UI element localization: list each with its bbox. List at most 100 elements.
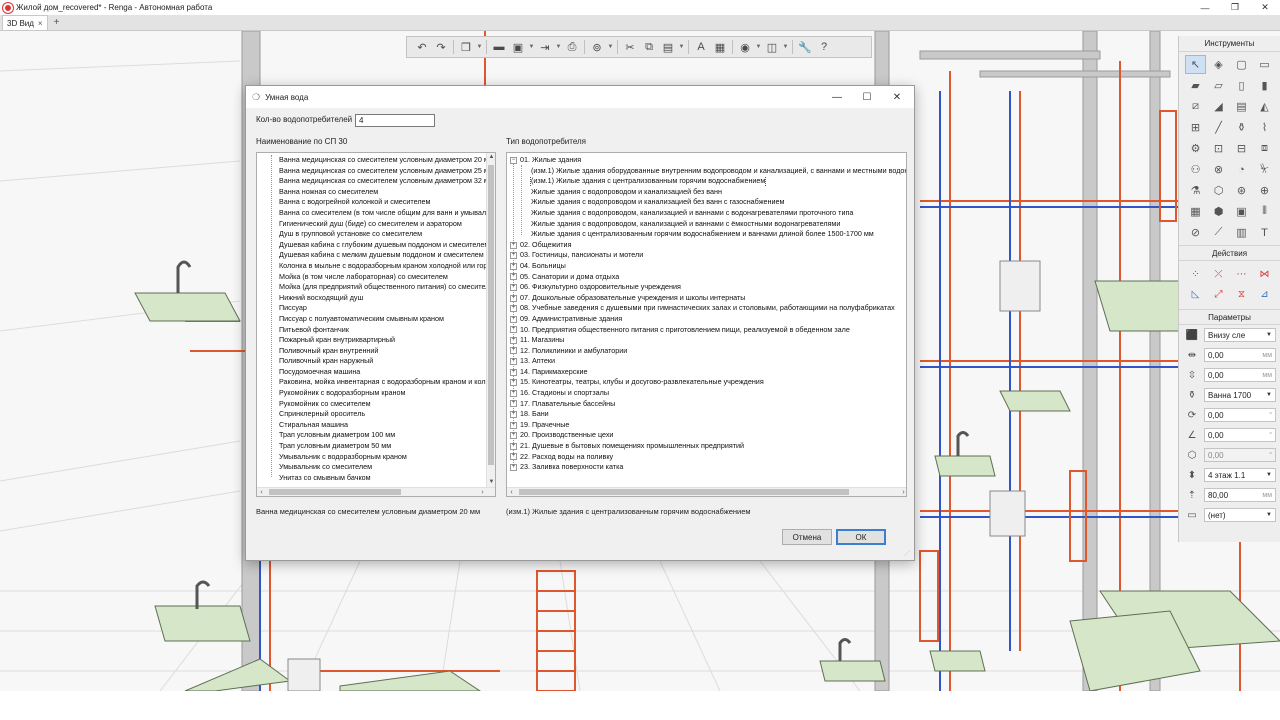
tab-3d-view[interactable]: 3D Вид × bbox=[2, 15, 48, 30]
scroll-right-icon[interactable]: › bbox=[899, 488, 906, 496]
wall-tool-icon[interactable]: ◈ bbox=[1208, 55, 1229, 74]
fixture-list-item[interactable]: Раковина, мойка инвентарная с водоразбор… bbox=[257, 377, 495, 388]
tree-child-node[interactable]: Жилые здания с водопроводом, канализацие… bbox=[507, 208, 906, 219]
resize-grip-icon[interactable]: ⋰ bbox=[904, 550, 912, 558]
tree-child-node[interactable]: (изм.1) Жилые здания с централизованным … bbox=[507, 176, 906, 187]
rebar-tool-icon[interactable]: ⦀ bbox=[1254, 202, 1275, 221]
tree-node[interactable]: +03. Гостиницы, пансионаты и мотели bbox=[507, 250, 906, 261]
expand-icon[interactable]: + bbox=[510, 421, 517, 429]
expand-icon[interactable]: + bbox=[510, 326, 517, 334]
expand-icon[interactable]: + bbox=[510, 411, 517, 419]
equipment-tool-icon[interactable]: ⚱ bbox=[1231, 118, 1252, 137]
tree-node[interactable]: +20. Производственные цехи bbox=[507, 430, 906, 441]
scroll-left-icon[interactable]: ‹ bbox=[257, 488, 266, 496]
terminal-tool-icon[interactable]: ⚇ bbox=[1185, 160, 1206, 179]
lamp-tool-icon[interactable]: ⊛ bbox=[1231, 181, 1252, 200]
expand-icon[interactable]: + bbox=[510, 305, 517, 313]
tree-node[interactable]: +04. Больницы bbox=[507, 261, 906, 272]
close-button[interactable]: ✕ bbox=[1250, 0, 1280, 15]
roof-tool-icon[interactable]: ◭ bbox=[1254, 97, 1275, 116]
param-input[interactable]: 0,00 ° bbox=[1204, 448, 1276, 462]
expand-icon[interactable]: + bbox=[510, 432, 517, 440]
fixture-list-item[interactable]: Душ в групповой установке со смесителем bbox=[257, 229, 495, 240]
left-list-hscroll[interactable]: ‹ › bbox=[257, 487, 495, 496]
join-action-icon[interactable]: ⊿ bbox=[1254, 285, 1275, 303]
dialog-close-button[interactable]: ✕ bbox=[882, 86, 912, 108]
fixture-list-item[interactable]: Писсуар bbox=[257, 303, 495, 314]
element-tool-icon[interactable]: ⬢ bbox=[1208, 202, 1229, 221]
expand-icon[interactable]: + bbox=[510, 368, 517, 376]
chevron-down-icon[interactable]: ▼ bbox=[782, 38, 789, 56]
fixture-list-item[interactable]: Колонка в мыльне с водоразборным краном … bbox=[257, 261, 495, 272]
tree-node[interactable]: +08. Учебные заведения с душевыми при ги… bbox=[507, 303, 906, 314]
beam-tool-icon[interactable]: ▰ bbox=[1185, 76, 1206, 95]
valve-tool-icon[interactable]: ⊗ bbox=[1208, 160, 1229, 179]
fixture-list-item[interactable]: Умывальник со смесителем bbox=[257, 462, 495, 473]
slab-tool-icon[interactable]: ▱ bbox=[1208, 76, 1229, 95]
tree-node[interactable]: +02. Общежития bbox=[507, 240, 906, 251]
fixture-list-item[interactable]: Унитаз со смывным бачком bbox=[257, 473, 495, 484]
line-tool-icon[interactable]: ╱ bbox=[1208, 118, 1229, 137]
copy-action-icon[interactable]: ⋯ bbox=[1231, 265, 1252, 283]
tree-child-node[interactable]: Жилые здания с централизованным горячим … bbox=[507, 229, 906, 240]
layers-icon[interactable]: ◫ bbox=[763, 38, 781, 56]
scroll-thumb[interactable] bbox=[269, 489, 401, 495]
outlet-tool-icon[interactable]: ⊕ bbox=[1254, 181, 1275, 200]
undo-icon[interactable]: ↶ bbox=[413, 38, 431, 56]
scroll-left-icon[interactable]: ‹ bbox=[507, 488, 516, 496]
param-input[interactable]: 0,00 ° bbox=[1204, 428, 1276, 442]
fixture-list-item[interactable]: Мойка (в том числе лабораторная) со смес… bbox=[257, 272, 495, 283]
ok-button[interactable]: ОК bbox=[836, 529, 886, 545]
tree-node[interactable]: +23. Заливка поверхности катка bbox=[507, 462, 906, 473]
tree-node[interactable]: +17. Плавательные бассейны bbox=[507, 399, 906, 410]
scroll-up-icon[interactable]: ▲ bbox=[487, 153, 495, 162]
ramp-tool-icon[interactable]: ◢ bbox=[1208, 97, 1229, 116]
scroll-right-icon[interactable]: › bbox=[478, 488, 487, 496]
text-tool-icon[interactable]: T bbox=[1254, 223, 1275, 242]
stairs-tool-icon[interactable]: ⧄ bbox=[1185, 97, 1206, 116]
open-folder-icon[interactable]: ▬ bbox=[490, 38, 508, 56]
tree-node[interactable]: −01. Жилые здания bbox=[507, 155, 906, 166]
scroll-thumb[interactable] bbox=[488, 165, 494, 465]
chevron-down-icon[interactable]: ▼ bbox=[1266, 392, 1272, 398]
param-dropdown[interactable]: 4 этаж 1.1 ▼ bbox=[1204, 468, 1276, 482]
tree-child-node[interactable]: Жилые здания с водопроводом, канализацие… bbox=[507, 219, 906, 230]
expand-icon[interactable]: + bbox=[510, 315, 517, 323]
redo-icon[interactable]: ↷ bbox=[432, 38, 450, 56]
fixture-list-item[interactable]: Ванна ножная со смесителем bbox=[257, 187, 495, 198]
fixture-tool-icon[interactable]: ⊟ bbox=[1231, 139, 1252, 158]
fixture-list-item[interactable]: Поливочный кран внутренний bbox=[257, 346, 495, 357]
tree-child-node[interactable]: (изм.1) Жилые здания оборудованные внутр… bbox=[507, 166, 906, 177]
fixture-list-item[interactable]: Пожарный кран внутриквартирный bbox=[257, 335, 495, 346]
expand-icon[interactable]: + bbox=[510, 241, 517, 249]
expand-icon[interactable]: + bbox=[510, 273, 517, 281]
snap-icon[interactable]: ⊚ bbox=[588, 38, 606, 56]
cable-tool-icon[interactable]: ⏧ bbox=[1254, 160, 1275, 179]
count-input[interactable]: 4 bbox=[355, 114, 435, 127]
print-icon[interactable]: ⎙ bbox=[563, 38, 581, 56]
device-tool-icon[interactable]: ⬡ bbox=[1208, 181, 1229, 200]
minimize-button[interactable]: — bbox=[1190, 0, 1220, 15]
param-input[interactable]: 80,00 мм bbox=[1204, 488, 1276, 502]
tree-node[interactable]: +10. Предприятия общественного питания с… bbox=[507, 325, 906, 336]
dimension-tool-icon[interactable]: ⊘ bbox=[1185, 223, 1206, 242]
fixture-list-item[interactable]: Рукомойник со смесителем bbox=[257, 399, 495, 410]
duct-tool-icon[interactable]: ⧈ bbox=[1254, 139, 1275, 158]
chevron-down-icon[interactable]: ▼ bbox=[755, 38, 762, 56]
expand-icon[interactable]: + bbox=[510, 453, 517, 461]
param-dropdown[interactable]: Ванна 1700 ▼ bbox=[1204, 388, 1276, 402]
move-action-icon[interactable]: ⁘ bbox=[1185, 265, 1206, 283]
copy-icon[interactable]: ⧉ bbox=[640, 38, 658, 56]
chevron-down-icon[interactable]: ▼ bbox=[678, 38, 685, 56]
column-tool-icon[interactable]: ▭ bbox=[1254, 55, 1275, 74]
window-tool-icon[interactable]: ▮ bbox=[1254, 76, 1275, 95]
fixture-list-item[interactable]: Посудомоечная машина bbox=[257, 367, 495, 378]
consumer-type-tree[interactable]: −01. Жилые здания (изм.1) Жилые здания об… bbox=[506, 152, 907, 497]
level-mark-tool-icon[interactable]: ⟋ bbox=[1208, 223, 1229, 242]
scroll-thumb[interactable] bbox=[519, 489, 849, 495]
paste-icon[interactable]: ▤ bbox=[659, 38, 677, 56]
cancel-button[interactable]: Отмена bbox=[782, 529, 832, 545]
hole-tool-icon[interactable]: ▣ bbox=[1231, 202, 1252, 221]
dialog-maximize-button[interactable]: ☐ bbox=[852, 86, 882, 108]
expand-icon[interactable]: + bbox=[510, 336, 517, 344]
